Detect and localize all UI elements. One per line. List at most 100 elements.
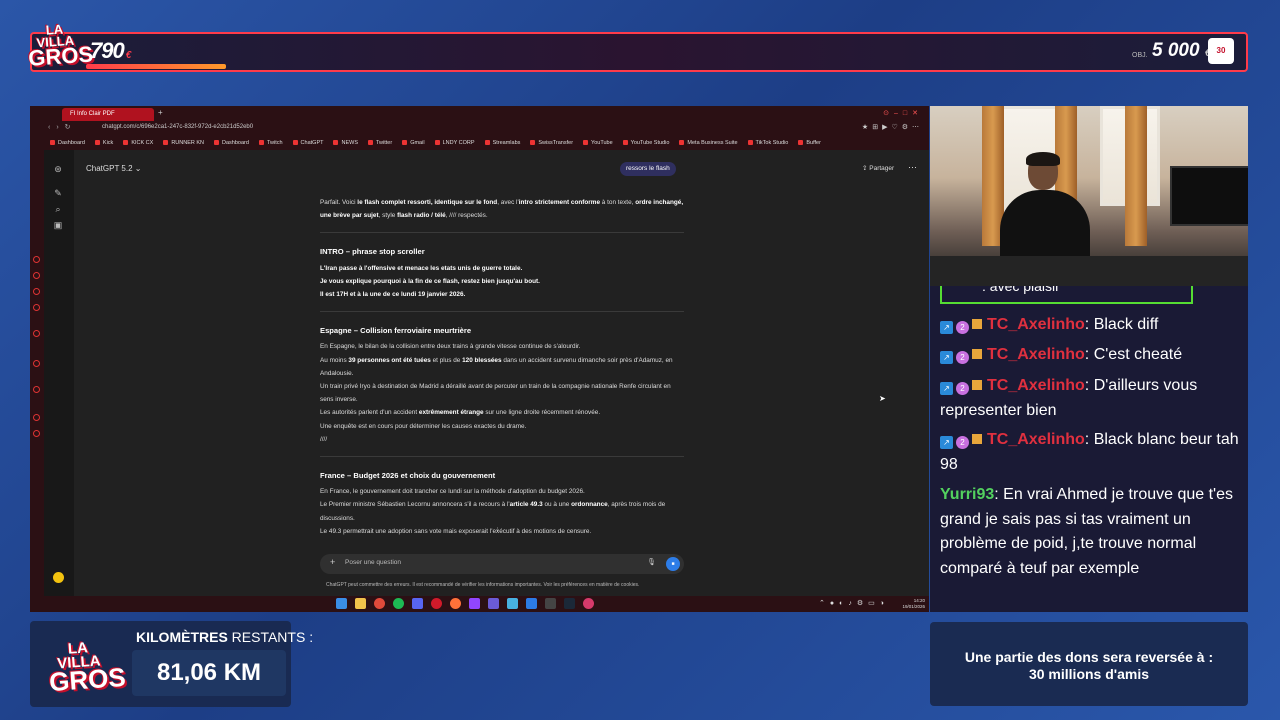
chat-username[interactable]: Yurri93 [940, 486, 994, 503]
extension-icons[interactable]: ★⊞▶♡⚙⋯ [862, 123, 923, 131]
window-controls[interactable]: ⊙–□✕ [883, 109, 923, 117]
bookmark-item[interactable]: ChatGPT [293, 140, 324, 146]
steam-icon[interactable] [564, 598, 575, 609]
url-field[interactable]: chatgpt.com/c/696e2ca1-247c-832f-972d-e2… [102, 124, 253, 130]
composer[interactable]: + Poser une question 🎙 ■ [320, 554, 684, 574]
firefox-icon[interactable] [450, 598, 461, 609]
share-button[interactable]: ⇪ Partager [862, 164, 894, 172]
bookmark-item[interactable]: YouTube [583, 140, 613, 146]
mouse-cursor-icon: ➤ [879, 394, 886, 403]
spotify-icon[interactable] [393, 598, 404, 609]
prime-badge-icon: ↗ [940, 321, 953, 334]
windows-taskbar: ⌃●◐♪⚙▭◑ 14:20 19/01/2026 [30, 596, 929, 612]
bookmark-item[interactable]: LNDY CORP [435, 140, 475, 146]
bookmark-item[interactable]: YouTube Studio [623, 140, 670, 146]
sidebar-app-icon[interactable] [33, 360, 40, 367]
prime-badge-icon: ↗ [940, 436, 953, 449]
donation-progress-bar [86, 64, 226, 69]
chat-username[interactable]: TC_Axelinho [987, 377, 1085, 394]
divider [320, 311, 684, 313]
bookmark-item[interactable]: KICK CX [123, 140, 153, 146]
app-icon[interactable] [488, 598, 499, 609]
divider [320, 232, 684, 234]
goal-value: 5 000 [1152, 40, 1200, 61]
app-icon[interactable] [583, 598, 594, 609]
sidebar-app-icon[interactable] [33, 288, 40, 295]
app-icon[interactable] [507, 598, 518, 609]
taskbar-apps [336, 598, 594, 609]
bookmark-item[interactable]: Gmail [402, 140, 424, 146]
webcam-feed [930, 106, 1248, 286]
bookmark-item[interactable]: Twitter [368, 140, 392, 146]
nav-buttons[interactable]: ‹›↻ [48, 123, 77, 131]
new-chat-icon[interactable]: ✎ [53, 188, 63, 198]
donation-info-line: 30 millions d'amis [1028, 666, 1150, 682]
paragraph-line: Le Premier ministre Sébastien Lecornu an… [320, 501, 666, 522]
sidebar-app-icon[interactable] [33, 256, 40, 263]
prime-badge-icon: ↗ [940, 351, 953, 364]
chat-username[interactable]: TC_Axelinho [987, 316, 1085, 333]
paragraph-line: Il est 17H et à la une de ce lundi 19 ja… [320, 291, 466, 299]
paragraph-line: Je vous explique pourquoi à la fin de ce… [320, 277, 540, 285]
chrome-icon[interactable] [374, 598, 385, 609]
clock-date: 19/01/2026 [902, 604, 925, 609]
km-title-bold: KILOMÈTRES [136, 629, 228, 645]
logo-text-2: GROS [27, 41, 94, 72]
browser-sidebar [30, 150, 44, 596]
profile-avatar[interactable] [53, 572, 64, 583]
chat-username[interactable]: TC_Axelinho [987, 346, 1085, 363]
model-selector[interactable]: ChatGPT 5.2 ⌄ [86, 164, 141, 173]
user-message-bubble: ressors le flash [620, 162, 676, 176]
section-title: INTRO – phrase stop scroller [320, 247, 425, 257]
chat-text: C'est cheaté [1093, 346, 1183, 363]
bookmark-item[interactable]: RUNNER KN [163, 140, 204, 146]
bookmark-item[interactable]: Dashboard [50, 140, 85, 146]
stop-button[interactable]: ■ [666, 557, 680, 571]
explorer-icon[interactable] [355, 598, 366, 609]
composer-input[interactable]: Poser une question [345, 559, 401, 566]
clock[interactable]: 14:20 19/01/2026 [902, 598, 925, 610]
library-icon[interactable]: ▣ [53, 220, 63, 230]
km-value: 81,06 KM [132, 650, 286, 696]
scroll-down-icon[interactable]: ↓ [496, 526, 500, 533]
km-title: KILOMÈTRES RESTANTS : [136, 629, 313, 645]
sidebar-app-icon[interactable] [33, 386, 40, 393]
app-icon[interactable] [526, 598, 537, 609]
bookmark-item[interactable]: TikTok Studio [748, 140, 789, 146]
sidebar-app-icon[interactable] [33, 272, 40, 279]
chat-partial-message: : avec plaisir [940, 286, 1193, 304]
mic-icon[interactable]: 🎙 [647, 558, 656, 566]
bookmark-item[interactable]: Twitch [259, 140, 283, 146]
bookmark-item[interactable]: Kick [95, 140, 113, 146]
sidebar-app-icon[interactable] [33, 304, 40, 311]
attach-icon[interactable]: + [330, 557, 335, 567]
chat-message: ↗ 2 TC_Axelinho: Black blanc beur tah 98 [940, 431, 1239, 473]
sidebar-app-icon[interactable] [33, 430, 40, 437]
bookmark-item[interactable]: Meta Business Suite [679, 140, 737, 146]
browser-tab[interactable]: FI Info Clair PDF [62, 108, 154, 121]
bookmark-item[interactable]: SwissTransfer [530, 140, 573, 146]
monitor-scene [1170, 166, 1248, 226]
app-icon[interactable] [545, 598, 556, 609]
system-tray[interactable]: ⌃●◐♪⚙▭◑ [819, 599, 889, 607]
new-tab-icon[interactable]: + [158, 108, 163, 117]
discord-icon[interactable] [412, 598, 423, 609]
bookmark-item[interactable]: Streamlabs [485, 140, 521, 146]
donation-unit: € [125, 50, 131, 61]
chat-username[interactable]: TC_Axelinho [987, 431, 1085, 448]
gift-badge-icon [972, 349, 982, 359]
bookmark-item[interactable]: Dashboard [214, 140, 249, 146]
bookmark-item[interactable]: NEWS [333, 140, 358, 146]
start-icon[interactable] [336, 598, 347, 609]
sidebar-app-icon[interactable] [33, 330, 40, 337]
twitch-icon[interactable] [469, 598, 480, 609]
bookmark-item[interactable]: Buffer [798, 140, 821, 146]
sidebar-app-icon[interactable] [33, 414, 40, 421]
donation-info-line: Une partie des dons sera reversée à : [964, 649, 1214, 665]
more-options-icon[interactable]: ⋯ [908, 162, 917, 173]
search-icon[interactable]: ⌕ [53, 204, 63, 214]
desk-scene [930, 256, 1248, 286]
stream-chat: : avec plaisir ↗ 2 TC_Axelinho: Black diff… [930, 286, 1248, 612]
opera-icon[interactable] [431, 598, 442, 609]
openai-logo-icon[interactable]: ⊛ [53, 164, 63, 174]
